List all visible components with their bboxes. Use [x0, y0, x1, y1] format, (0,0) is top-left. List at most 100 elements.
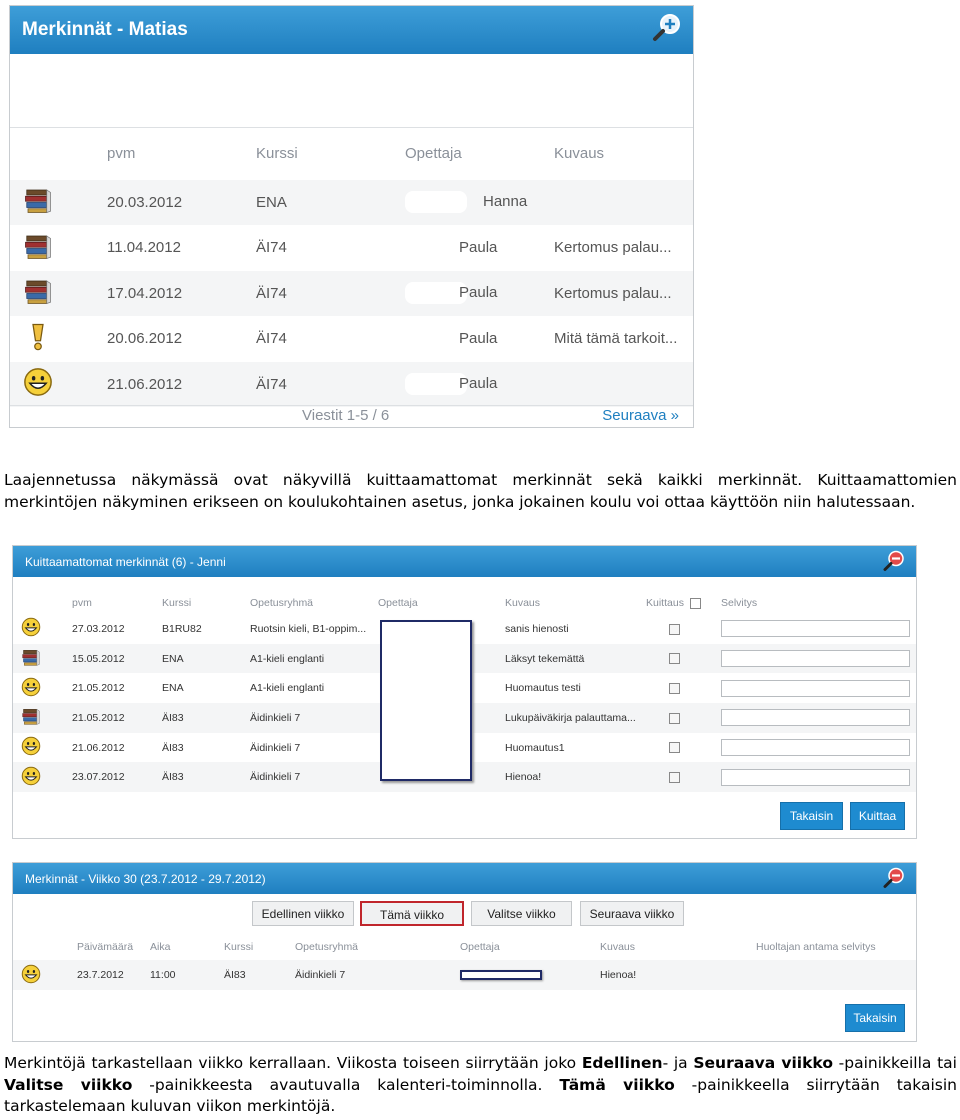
cell-description: Läksyt tekemättä [505, 652, 585, 665]
acknowledge-checkbox[interactable] [669, 742, 680, 754]
cell-date: 21.05.2012 [72, 682, 125, 695]
explanation-input[interactable] [721, 768, 910, 786]
this-week-button[interactable]: Tämä viikko [360, 901, 464, 926]
next-week-button[interactable]: Seuraava viikko [580, 901, 684, 926]
table-row[interactable]: 20.06.2012 ÄI74 Paula Mitä tämä tarkoit... [10, 316, 693, 362]
panel-header: Merkinnät - Viikko 30 (23.7.2012 - 29.7.… [13, 863, 916, 894]
col-header-description: Kuvaus [554, 145, 605, 163]
col-header-course: Kurssi [162, 597, 192, 609]
cell-time: 11:00 [150, 969, 176, 981]
cell-course: ENA [162, 652, 184, 665]
cell-date: 11.04.2012 [107, 239, 181, 257]
zoom-in-icon[interactable] [651, 11, 683, 49]
cell-guardian-explanation [756, 960, 916, 990]
table-row[interactable]: 21.06.2012 ÄI74 Paula [10, 361, 693, 407]
acknowledge-button[interactable]: Kuittaa [850, 802, 905, 830]
cell-date: 20.03.2012 [107, 193, 183, 211]
zoom-out-icon[interactable] [882, 548, 906, 575]
weekly-entries-panel: Merkinnät - Viikko 30 (23.7.2012 - 29.7.… [12, 862, 917, 1042]
col-header-description: Kuvaus [505, 597, 541, 609]
smiley-icon [21, 677, 41, 700]
col-header-time: Aika [150, 941, 171, 953]
cell-date: 23.07.2012 [72, 771, 125, 784]
text-segment: - ja [662, 1054, 694, 1072]
cell-teacher: Paula [459, 238, 498, 256]
back-button[interactable]: Takaisin [780, 802, 843, 830]
smiley-icon [21, 736, 41, 759]
bold-term-next-week: Seuraava viikko [693, 1054, 833, 1072]
explanation-input[interactable] [721, 739, 910, 757]
book-stack-icon [21, 706, 41, 729]
zoom-out-icon[interactable] [882, 865, 906, 892]
table-header-row: pvm Kurssi Opetusryhmä Opettaja Kuvaus K… [13, 592, 916, 614]
book-stack-icon [21, 647, 41, 670]
col-header-explanation: Selvitys [721, 597, 758, 609]
table-row[interactable]: 11.04.2012 ÄI74 Paula Kertomus palau... [10, 225, 693, 271]
cell-course: ÄI74 [256, 330, 287, 348]
cell-description: Huomautus testi [505, 682, 581, 695]
table-header-row: Päivämäärä Aika Kurssi Opetusryhmä Opett… [13, 934, 916, 960]
col-header-teacher: Opettaja [378, 597, 418, 609]
panel-title: Merkinnät - Matias [22, 19, 188, 40]
next-page-link[interactable]: Seuraava » [602, 407, 679, 424]
redacted-teacher-block [380, 620, 472, 781]
cell-description: sanis hienosti [505, 622, 569, 635]
acknowledge-checkbox[interactable] [669, 682, 680, 694]
table-row[interactable]: 17.04.2012 ÄI74 Paula Kertomus palau... [10, 270, 693, 316]
cell-date: 21.05.2012 [72, 711, 125, 724]
panel-header: Merkinnät - Matias [10, 6, 693, 54]
cell-description [554, 180, 693, 226]
cell-course: ÄI83 [162, 771, 184, 784]
smiley-icon [21, 766, 41, 789]
col-header-course: Kurssi [256, 145, 298, 163]
panel-header: Kuittaamattomat merkinnät (6) - Jenni [13, 546, 916, 577]
table-row[interactable]: 23.7.2012 11:00 ÄI83 Äidinkieli 7 Hienoa! [13, 960, 916, 990]
cell-course: ÄI83 [162, 711, 184, 724]
cell-course: ÄI83 [224, 969, 246, 981]
panel-title: Merkinnät - Viikko 30 (23.7.2012 - 29.7.… [25, 871, 266, 886]
explanation-paragraph-1: Laajennetussa näkymässä ovat näkyvillä k… [4, 471, 957, 511]
col-header-guardian-explanation: Huoltajan antama selvitys [756, 941, 876, 953]
explanation-input[interactable] [721, 709, 910, 727]
acknowledge-checkbox[interactable] [669, 623, 680, 635]
cell-course: ENA [256, 193, 287, 211]
cell-group: A1-kieli englanti [250, 652, 325, 665]
col-header-date: Päivämäärä [77, 941, 134, 953]
acknowledge-all-checkbox[interactable] [689, 597, 701, 609]
bold-term-previous: Edellinen [581, 1054, 663, 1072]
cell-course: ÄI74 [256, 284, 287, 302]
text-segment: -painikkeesta avautuvalla kalenteri-toim… [132, 1075, 560, 1094]
explanation-input[interactable] [721, 679, 910, 697]
acknowledge-checkbox[interactable] [669, 772, 680, 783]
table-row[interactable]: 20.03.2012 ENA Hanna [10, 179, 693, 226]
explanation-input[interactable] [721, 650, 910, 668]
col-header-date: pvm [107, 145, 136, 163]
cell-date: 21.06.2012 [72, 741, 125, 754]
acknowledge-checkbox[interactable] [669, 653, 680, 665]
col-header-acknowledge: Kuittaus [646, 597, 684, 609]
col-header-description: Kuvaus [600, 941, 636, 953]
book-stack-icon [23, 276, 53, 310]
previous-week-button[interactable]: Edellinen viikko [252, 901, 354, 926]
cell-date: 27.03.2012 [72, 622, 125, 635]
explanation-input[interactable] [721, 620, 910, 638]
panel-spacer [13, 577, 916, 592]
exclamation-icon [23, 322, 53, 356]
cell-course: ÄI74 [256, 239, 287, 257]
redacted-name [405, 327, 467, 350]
acknowledge-checkbox[interactable] [669, 712, 680, 724]
cell-date: 20.06.2012 [107, 330, 183, 348]
panel-title: Kuittaamattomat merkinnät (6) - Jenni [25, 554, 226, 569]
cell-teacher: Paula [459, 329, 498, 347]
cell-teacher: Paula [459, 375, 498, 393]
book-stack-icon [23, 231, 53, 265]
cell-group: A1-kieli englanti [250, 682, 325, 695]
select-week-button[interactable]: Valitse viikko [471, 901, 572, 926]
back-button[interactable]: Takaisin [845, 1004, 905, 1032]
cell-group: Äidinkieli 7 [250, 711, 301, 724]
col-header-teacher: Opettaja [460, 941, 500, 953]
bold-term-select-week: Valitse viikko [4, 1075, 133, 1094]
cell-course: ENA [162, 682, 184, 695]
smiley-icon [23, 367, 53, 401]
redacted-teacher-block [460, 970, 542, 981]
